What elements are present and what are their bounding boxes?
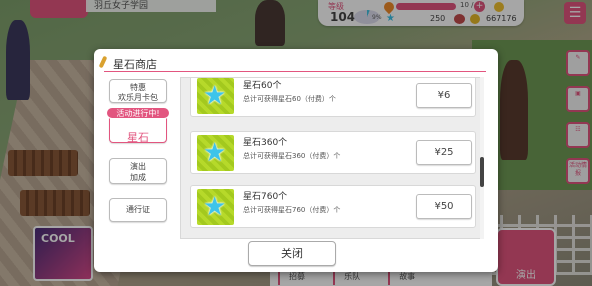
star-stone-thumbnail: ★ <box>197 78 234 114</box>
feather-icon <box>98 55 108 69</box>
item-name: 星石760个 <box>243 192 288 202</box>
buy-button[interactable]: ¥6 <box>416 83 472 108</box>
header-divider <box>104 71 486 72</box>
item-description: 总计可获得星石760（付费）个 <box>243 206 341 214</box>
product-list[interactable]: ★ 星石60个 总计可获得星石60（付费）个 ¥6 ★ 星石360个 总计可获得… <box>180 77 482 239</box>
list-item: ★ 星石760个 总计可获得星石760（付费）个 ¥50 <box>190 185 476 228</box>
tab-pass[interactable]: 通行证 <box>109 198 167 222</box>
dialog-title: 星石商店 <box>113 58 157 71</box>
list-item: ★ 星石60个 总计可获得星石60（付费）个 ¥6 <box>190 78 476 117</box>
star-icon: ★ <box>203 81 227 111</box>
item-description: 总计可获得星石60（付费）个 <box>243 95 336 103</box>
dialog-header: 星石商店 <box>94 49 498 73</box>
item-name: 星石360个 <box>243 138 288 148</box>
buy-button[interactable]: ¥50 <box>416 194 472 219</box>
scrollbar[interactable] <box>480 77 484 239</box>
buy-button[interactable]: ¥25 <box>416 140 472 165</box>
item-description: 总计可获得星石360（付费）个 <box>243 152 341 160</box>
star-icon: ★ <box>203 192 227 222</box>
star-stone-thumbnail: ★ <box>197 135 234 171</box>
list-item: ★ 星石360个 总计可获得星石360（付费）个 ¥25 <box>190 131 476 174</box>
star-icon: ★ <box>203 138 227 168</box>
star-shop-dialog: 星石商店 特惠 欢乐月卡包 星石 活动进行中! 演出 加成 通行证 ★ 星石60… <box>94 49 498 272</box>
shop-tabs: 特惠 欢乐月卡包 星石 活动进行中! 演出 加成 通行证 <box>94 77 174 267</box>
close-button[interactable]: 关闭 <box>248 241 336 266</box>
item-name: 星石60个 <box>243 81 282 91</box>
star-stone-thumbnail: ★ <box>197 189 234 225</box>
tab-live-boost[interactable]: 演出 加成 <box>109 158 167 184</box>
event-active-badge: 活动进行中! <box>106 107 170 119</box>
tab-special-offer[interactable]: 特惠 欢乐月卡包 <box>109 79 167 103</box>
scrollbar-thumb[interactable] <box>480 157 484 187</box>
